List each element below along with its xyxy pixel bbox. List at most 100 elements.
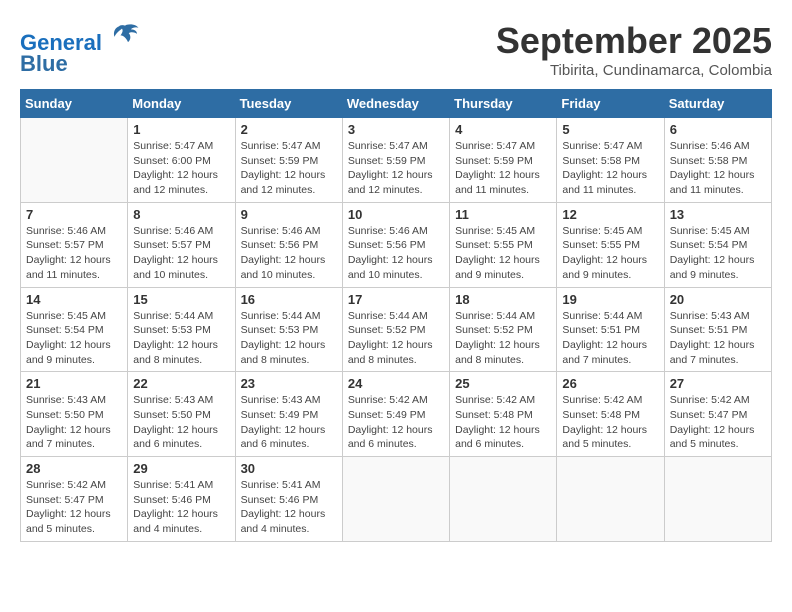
calendar-cell: 16 Sunrise: 5:44 AM Sunset: 5:53 PM Dayli… (235, 287, 342, 372)
calendar-cell: 26 Sunrise: 5:42 AM Sunset: 5:48 PM Dayli… (557, 372, 664, 457)
day-number: 25 (455, 376, 551, 391)
calendar-cell: 20Sunrise: 5:43 AM Sunset: 5:51 PM Dayli… (664, 287, 771, 372)
logo-text: General (20, 20, 140, 55)
location-subtitle: Tibirita, Cundinamarca, Colombia (496, 62, 772, 79)
weekday-header-friday: Friday (557, 90, 664, 118)
calendar-cell: 18 Sunrise: 5:44 AM Sunset: 5:52 PM Dayli… (450, 287, 557, 372)
day-number: 7 (26, 207, 122, 222)
day-info: Sunrise: 5:47 AM Sunset: 6:00 PM Dayligh… (133, 139, 229, 198)
weekday-header-row: SundayMondayTuesdayWednesdayThursdayFrid… (21, 90, 772, 118)
calendar-cell: 4 Sunrise: 5:47 AM Sunset: 5:59 PM Daylig… (450, 118, 557, 203)
day-number: 17 (348, 292, 444, 307)
calendar-cell: 12 Sunrise: 5:45 AM Sunset: 5:55 PM Dayli… (557, 202, 664, 287)
calendar-cell: 7 Sunrise: 5:46 AM Sunset: 5:57 PM Daylig… (21, 202, 128, 287)
day-info: Sunrise: 5:41 AM Sunset: 5:46 PM Dayligh… (241, 478, 337, 537)
weekday-header-thursday: Thursday (450, 90, 557, 118)
day-info: Sunrise: 5:41 AM Sunset: 5:46 PM Dayligh… (133, 478, 229, 537)
month-title: September 2025 (496, 20, 772, 62)
calendar-cell: 3Sunrise: 5:47 AM Sunset: 5:59 PM Daylig… (342, 118, 449, 203)
day-number: 18 (455, 292, 551, 307)
day-number: 4 (455, 122, 551, 137)
day-number: 22 (133, 376, 229, 391)
calendar-cell: 15 Sunrise: 5:44 AM Sunset: 5:53 PM Dayli… (128, 287, 235, 372)
calendar-cell: 2Sunrise: 5:47 AM Sunset: 5:59 PM Daylig… (235, 118, 342, 203)
calendar-cell: 11Sunrise: 5:45 AM Sunset: 5:55 PM Dayli… (450, 202, 557, 287)
calendar-cell: 6 Sunrise: 5:46 AM Sunset: 5:58 PM Daylig… (664, 118, 771, 203)
day-number: 1 (133, 122, 229, 137)
day-number: 30 (241, 461, 337, 476)
calendar-cell: 1 Sunrise: 5:47 AM Sunset: 6:00 PM Daylig… (128, 118, 235, 203)
day-number: 15 (133, 292, 229, 307)
calendar-cell: 25 Sunrise: 5:42 AM Sunset: 5:48 PM Dayli… (450, 372, 557, 457)
calendar-week-5: 28 Sunrise: 5:42 AM Sunset: 5:47 PM Dayli… (21, 457, 772, 542)
day-number: 27 (670, 376, 766, 391)
day-number: 6 (670, 122, 766, 137)
day-info: Sunrise: 5:47 AM Sunset: 5:59 PM Dayligh… (348, 139, 444, 198)
weekday-header-sunday: Sunday (21, 90, 128, 118)
calendar-week-1: 1 Sunrise: 5:47 AM Sunset: 6:00 PM Daylig… (21, 118, 772, 203)
weekday-header-monday: Monday (128, 90, 235, 118)
weekday-header-wednesday: Wednesday (342, 90, 449, 118)
day-info: Sunrise: 5:45 AM Sunset: 5:55 PM Dayligh… (562, 224, 658, 283)
calendar-cell: 19 Sunrise: 5:44 AM Sunset: 5:51 PM Dayli… (557, 287, 664, 372)
day-number: 8 (133, 207, 229, 222)
day-info: Sunrise: 5:47 AM Sunset: 5:58 PM Dayligh… (562, 139, 658, 198)
calendar-cell: 9 Sunrise: 5:46 AM Sunset: 5:56 PM Daylig… (235, 202, 342, 287)
day-number: 13 (670, 207, 766, 222)
day-info: Sunrise: 5:42 AM Sunset: 5:48 PM Dayligh… (455, 393, 551, 452)
page-header: General Blue September 2025 Tibirita, Cu… (20, 20, 772, 79)
day-info: Sunrise: 5:44 AM Sunset: 5:53 PM Dayligh… (241, 309, 337, 368)
day-number: 24 (348, 376, 444, 391)
logo-bird-icon (110, 20, 140, 50)
day-number: 28 (26, 461, 122, 476)
day-number: 12 (562, 207, 658, 222)
day-info: Sunrise: 5:46 AM Sunset: 5:57 PM Dayligh… (26, 224, 122, 283)
day-number: 19 (562, 292, 658, 307)
day-number: 10 (348, 207, 444, 222)
day-info: Sunrise: 5:42 AM Sunset: 5:47 PM Dayligh… (670, 393, 766, 452)
calendar-cell: 17 Sunrise: 5:44 AM Sunset: 5:52 PM Dayli… (342, 287, 449, 372)
day-info: Sunrise: 5:44 AM Sunset: 5:52 PM Dayligh… (348, 309, 444, 368)
calendar-cell: 29Sunrise: 5:41 AM Sunset: 5:46 PM Dayli… (128, 457, 235, 542)
calendar-cell: 27 Sunrise: 5:42 AM Sunset: 5:47 PM Dayli… (664, 372, 771, 457)
day-number: 5 (562, 122, 658, 137)
day-info: Sunrise: 5:43 AM Sunset: 5:50 PM Dayligh… (133, 393, 229, 452)
calendar-cell: 5 Sunrise: 5:47 AM Sunset: 5:58 PM Daylig… (557, 118, 664, 203)
day-info: Sunrise: 5:47 AM Sunset: 5:59 PM Dayligh… (455, 139, 551, 198)
calendar-table: SundayMondayTuesdayWednesdayThursdayFrid… (20, 89, 772, 542)
day-info: Sunrise: 5:46 AM Sunset: 5:58 PM Dayligh… (670, 139, 766, 198)
weekday-header-saturday: Saturday (664, 90, 771, 118)
day-info: Sunrise: 5:44 AM Sunset: 5:53 PM Dayligh… (133, 309, 229, 368)
calendar-cell (342, 457, 449, 542)
day-number: 20 (670, 292, 766, 307)
calendar-week-3: 14Sunrise: 5:45 AM Sunset: 5:54 PM Dayli… (21, 287, 772, 372)
calendar-cell: 24Sunrise: 5:42 AM Sunset: 5:49 PM Dayli… (342, 372, 449, 457)
day-info: Sunrise: 5:44 AM Sunset: 5:51 PM Dayligh… (562, 309, 658, 368)
weekday-header-tuesday: Tuesday (235, 90, 342, 118)
day-info: Sunrise: 5:46 AM Sunset: 5:57 PM Dayligh… (133, 224, 229, 283)
calendar-cell: 10 Sunrise: 5:46 AM Sunset: 5:56 PM Dayli… (342, 202, 449, 287)
calendar-week-2: 7 Sunrise: 5:46 AM Sunset: 5:57 PM Daylig… (21, 202, 772, 287)
day-info: Sunrise: 5:42 AM Sunset: 5:47 PM Dayligh… (26, 478, 122, 537)
calendar-cell: 13 Sunrise: 5:45 AM Sunset: 5:54 PM Dayli… (664, 202, 771, 287)
day-info: Sunrise: 5:46 AM Sunset: 5:56 PM Dayligh… (348, 224, 444, 283)
day-number: 26 (562, 376, 658, 391)
day-info: Sunrise: 5:46 AM Sunset: 5:56 PM Dayligh… (241, 224, 337, 283)
logo: General Blue (20, 20, 140, 77)
day-number: 23 (241, 376, 337, 391)
title-block: September 2025 Tibirita, Cundinamarca, C… (496, 20, 772, 79)
day-info: Sunrise: 5:45 AM Sunset: 5:54 PM Dayligh… (26, 309, 122, 368)
calendar-cell: 28 Sunrise: 5:42 AM Sunset: 5:47 PM Dayli… (21, 457, 128, 542)
day-number: 11 (455, 207, 551, 222)
day-number: 16 (241, 292, 337, 307)
day-info: Sunrise: 5:45 AM Sunset: 5:54 PM Dayligh… (670, 224, 766, 283)
calendar-cell: 21Sunrise: 5:43 AM Sunset: 5:50 PM Dayli… (21, 372, 128, 457)
day-info: Sunrise: 5:42 AM Sunset: 5:48 PM Dayligh… (562, 393, 658, 452)
day-info: Sunrise: 5:44 AM Sunset: 5:52 PM Dayligh… (455, 309, 551, 368)
calendar-week-4: 21Sunrise: 5:43 AM Sunset: 5:50 PM Dayli… (21, 372, 772, 457)
calendar-cell: 14Sunrise: 5:45 AM Sunset: 5:54 PM Dayli… (21, 287, 128, 372)
calendar-cell: 8 Sunrise: 5:46 AM Sunset: 5:57 PM Daylig… (128, 202, 235, 287)
calendar-cell: 22 Sunrise: 5:43 AM Sunset: 5:50 PM Dayli… (128, 372, 235, 457)
day-number: 9 (241, 207, 337, 222)
day-number: 2 (241, 122, 337, 137)
